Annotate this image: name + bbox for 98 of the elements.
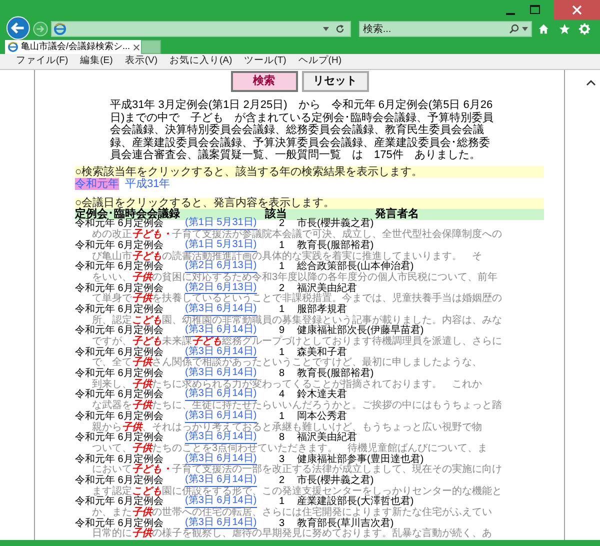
snippet-text: て単身で子供を扶養しているということで非課税措置。今までは、児童扶養手当は婚姻歴の bbox=[92, 294, 503, 304]
session-text: 令和元年 6月定例会 bbox=[75, 240, 164, 251]
session-text: 令和元年 6月定例会 bbox=[75, 497, 164, 508]
count-text: 4 bbox=[279, 390, 286, 402]
snippet-text: ついて、子供たちのことを3点伺わせていただきます。 待機児童館ばんびについて、ま bbox=[92, 444, 489, 454]
day-link[interactable]: (第3日 6月14日) bbox=[185, 410, 257, 423]
count-text: 1 bbox=[279, 304, 285, 315]
count-text: 3 bbox=[279, 518, 285, 529]
menu-item[interactable]: お気に入り(A) bbox=[169, 54, 232, 69]
speaker-text: 福沢美由紀君 bbox=[297, 433, 357, 444]
dropdown-icon[interactable] bbox=[522, 27, 528, 31]
snippet-text: めの改正子ども・子育て支援法が参議院本会議で可決、成立し、全世代型社会保障制度への bbox=[92, 230, 503, 240]
speaker-text: 森美和子君 bbox=[297, 348, 347, 358]
session-text: 令和元年 6月定例会 bbox=[75, 412, 164, 422]
speaker-text: 岡本公秀君 bbox=[297, 412, 347, 422]
snippet-text: な武器を子供たちに、生徒に持たせたらいいんだろうかと。ご挨拶の中にはもうちょっと踏 bbox=[92, 401, 503, 412]
year-link[interactable]: 平成31年 bbox=[125, 178, 170, 190]
close-icon[interactable] bbox=[133, 44, 140, 50]
speaker-text: 市長(櫻井義之君) bbox=[297, 476, 374, 486]
column-header: 該当 bbox=[265, 208, 287, 220]
session-text: 令和元年 6月定例会 bbox=[75, 454, 164, 465]
snippet-text: で、全て子供さん関係で相談があったということですけど、最初に申しましたような、 bbox=[92, 358, 483, 368]
snippet-text: か、また子供の世帯への住宅の転居、さらには住宅開発によります新たな住宅がふえてい bbox=[92, 508, 493, 518]
count-text: 2 bbox=[279, 476, 286, 486]
session-text: 令和元年 6月定例会 bbox=[75, 304, 164, 315]
count-text: 3 bbox=[279, 454, 285, 465]
speaker-text: 教育部長(草川吉次君) bbox=[297, 518, 394, 529]
column-header: 発言者名 bbox=[375, 208, 419, 220]
session-text: 令和元年 6月定例会 bbox=[75, 433, 164, 444]
count-text: 9 bbox=[279, 326, 285, 336]
summary-text: 平成31年 3月定例会(第1日 2月25日) から 令和元年 6月定例会(第5日 6月26日)までの中で 子ども が含まれている定例会･臨時会会議録、予算特別委員会会議録、決算特別委員会会議録、総務委員会会議録、教育民生委員会会議録、産業建設委員会会議録、予算決算委員会会議録、産業建設委員会･総務委員会連合審査会、議案質疑一覧、一般質問一覧 は 175件 ありました。 bbox=[110, 99, 495, 162]
back-icon[interactable] bbox=[6, 15, 30, 41]
session-text: 令和元年 6月定例会 bbox=[75, 262, 164, 272]
menu-item[interactable]: ファイル(F) bbox=[16, 54, 68, 69]
settings-icon[interactable] bbox=[578, 23, 590, 35]
day-link[interactable]: (第3日 6月14日) bbox=[185, 432, 257, 444]
search-box[interactable]: 検索... bbox=[358, 21, 532, 37]
menu-item[interactable]: ヘルプ(H) bbox=[298, 54, 342, 69]
browser-tab[interactable]: 亀山市議会/会議録検索シ... bbox=[5, 40, 141, 54]
speaker-text: 市長(櫻井義之君) bbox=[297, 219, 374, 230]
count-text: 1 bbox=[279, 262, 285, 272]
speaker-text: 健康福祉部次長(伊藤早苗君) bbox=[297, 326, 424, 336]
count-text: 2 bbox=[279, 284, 285, 294]
speaker-text: 総合政策部長(山本伸治君) bbox=[297, 262, 414, 272]
session-text: 令和元年 6月定例会 bbox=[75, 219, 164, 230]
count-text: 8 bbox=[279, 369, 286, 380]
snippet-text: 日常的に子供の様子を観察し、虐待の早期発見に努めております。乱暴な言動が続く、あ bbox=[91, 529, 493, 540]
instruction-text: ○検索該当年をクリックすると、該当する年の検索結果を表示します。 bbox=[75, 166, 544, 178]
dropdown-icon[interactable] bbox=[322, 27, 329, 31]
day-link[interactable]: (第2日 6月13日) bbox=[185, 261, 257, 273]
day-link[interactable]: (第3日 6月14日) bbox=[185, 368, 257, 380]
snippet-text: をいい、子供の貧困に対応するため令和3年度以降の各年度分の個人市民税について、前年 bbox=[92, 272, 499, 283]
form-button[interactable]: リセット bbox=[302, 71, 368, 92]
count-text: 2 bbox=[279, 219, 285, 230]
speaker-text: 鈴木達夫君 bbox=[297, 390, 347, 400]
home-icon[interactable] bbox=[538, 23, 550, 35]
session-text: 令和元年 6月定例会 bbox=[75, 284, 164, 294]
maximize-icon[interactable] bbox=[530, 5, 540, 14]
refresh-icon[interactable] bbox=[334, 24, 345, 34]
speaker-text: 健康福祉部参事(豊田達也君) bbox=[297, 454, 424, 465]
snippet-text: ですが、子ども未来課子ども総務グループづけとしております待機調理員を派遣し、さらに bbox=[92, 337, 503, 348]
speaker-text: 服部孝規君 bbox=[297, 304, 347, 315]
snippet-text: び亀山市子どもの読書活動推進計画の具体的な実践を着実に推進してまいります。 そ bbox=[92, 252, 483, 262]
snippet-text: ます認定こども園に併設をする形で、この発達支援センターをしっかりセンター的な機能と bbox=[92, 486, 503, 497]
instruction-text: ○会議日をクリックすると、発言内容を表示します。 bbox=[75, 198, 544, 208]
star-icon[interactable] bbox=[558, 23, 570, 35]
day-link[interactable]: (第1日 5月31日) bbox=[185, 240, 257, 252]
menu-item[interactable]: ツール(T) bbox=[244, 54, 286, 69]
day-link[interactable]: (第3日 6月14日) bbox=[185, 474, 257, 487]
session-text: 令和元年 6月定例会 bbox=[75, 348, 164, 358]
count-text: 1 bbox=[279, 412, 285, 422]
session-text: 令和元年 6月定例会 bbox=[75, 476, 164, 486]
speaker-text: 福沢美由紀君 bbox=[297, 284, 357, 294]
column-header: 定例会･臨時会会議録 bbox=[75, 208, 180, 220]
session-text: 令和元年 6月定例会 bbox=[75, 369, 164, 380]
search-icon[interactable] bbox=[509, 24, 520, 34]
speaker-text: 教育長(服部裕君) bbox=[297, 369, 374, 380]
count-text: 8 bbox=[279, 433, 286, 444]
count-text: 1 bbox=[279, 240, 286, 251]
day-link[interactable]: (第3日 6月14日) bbox=[185, 389, 257, 402]
count-text: 1 bbox=[279, 497, 286, 508]
menu-item[interactable]: 表示(V) bbox=[124, 54, 158, 69]
page-icon bbox=[8, 42, 18, 52]
form-button[interactable]: 検索 bbox=[230, 71, 298, 92]
scroll-up-icon[interactable] bbox=[586, 80, 596, 86]
session-text: 令和元年 6月定例会 bbox=[75, 326, 164, 336]
page-icon bbox=[54, 23, 66, 35]
speaker-text: 教育長(服部裕君) bbox=[297, 240, 374, 251]
search-field[interactable]: 検索... bbox=[362, 22, 510, 36]
close-button[interactable] bbox=[554, 0, 600, 20]
count-text: 1 bbox=[279, 348, 285, 358]
session-text: 令和元年 6月定例会 bbox=[75, 390, 164, 400]
day-link[interactable]: (第2日 6月13日) bbox=[185, 282, 257, 294]
snippet-text: において子ども・子育て支援法の一部を改正する法律が成立しまして、現在その実施に向け bbox=[92, 465, 503, 476]
session-text: 令和元年 6月定例会 bbox=[75, 518, 164, 529]
menu-item[interactable]: 編集(E) bbox=[80, 54, 113, 69]
speaker-text: 産業建設部長(大澤哲也君) bbox=[297, 497, 414, 508]
day-link[interactable]: (第3日 6月14日) bbox=[185, 304, 257, 316]
